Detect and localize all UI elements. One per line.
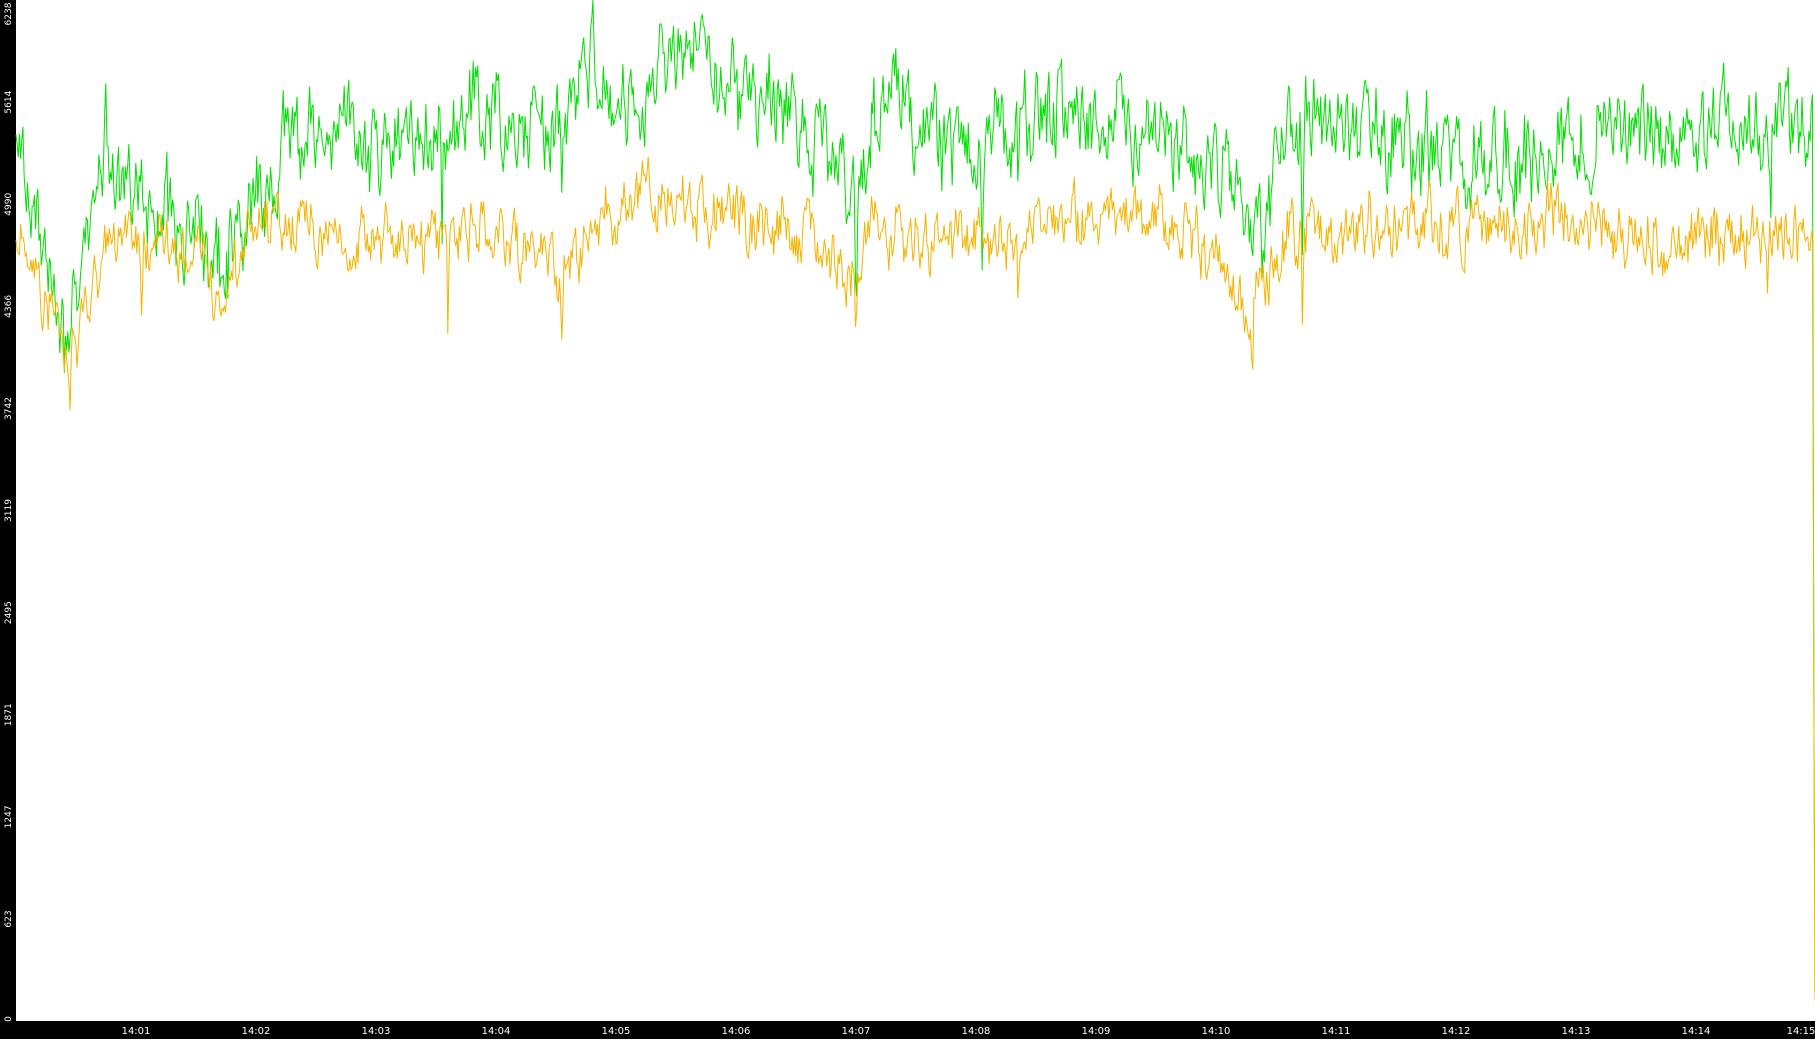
- x-tick-label: 14:03: [362, 1026, 391, 1037]
- y-tick-label: 3742: [4, 397, 14, 420]
- x-tick-label: 14:14: [1682, 1026, 1711, 1037]
- x-tick-label: 14:11: [1322, 1026, 1351, 1037]
- x-tick-label: 14:15: [1787, 1026, 1815, 1037]
- x-tick-labels: 14:01 14:02 14:03 14:04 14:05 14:06 14:07 14:08…: [122, 1026, 1815, 1037]
- x-tick-label: 14:04: [482, 1026, 511, 1037]
- x-tick-label: 14:12: [1442, 1026, 1471, 1037]
- y-tick-label: 2495: [4, 601, 14, 624]
- y-tick-label: 5614: [4, 90, 14, 113]
- x-tick-label: 14:05: [602, 1026, 631, 1037]
- chart-svg: 0 623 1247 1871 2495 3119 3742 4366 4990 5614 6238…: [0, 0, 1815, 1039]
- y-tick-label: 6238: [4, 2, 14, 25]
- x-tick-label: 14:01: [122, 1026, 151, 1037]
- y-tick-label: 623: [4, 910, 14, 927]
- x-tick-label: 14:08: [962, 1026, 991, 1037]
- y-tick-label: 3119: [4, 499, 14, 522]
- x-tick-label: 14:13: [1562, 1026, 1591, 1037]
- line-chart: 0 623 1247 1871 2495 3119 3742 4366 4990 5614 6238…: [0, 0, 1815, 1039]
- x-tick-label: 14:10: [1202, 1026, 1231, 1037]
- x-axis-band: [0, 1021, 1815, 1039]
- x-tick-label: 14:09: [1082, 1026, 1111, 1037]
- y-tick-label: 4366: [4, 295, 14, 318]
- x-tick-label: 14:06: [722, 1026, 751, 1037]
- y-tick-label: 1871: [4, 703, 14, 726]
- y-tick-label: 4990: [4, 193, 14, 216]
- x-tick-label: 14:02: [242, 1026, 271, 1037]
- y-tick-label: 1247: [4, 805, 14, 828]
- x-tick-label: 14:07: [842, 1026, 871, 1037]
- y-tick-label: 0: [4, 1016, 14, 1022]
